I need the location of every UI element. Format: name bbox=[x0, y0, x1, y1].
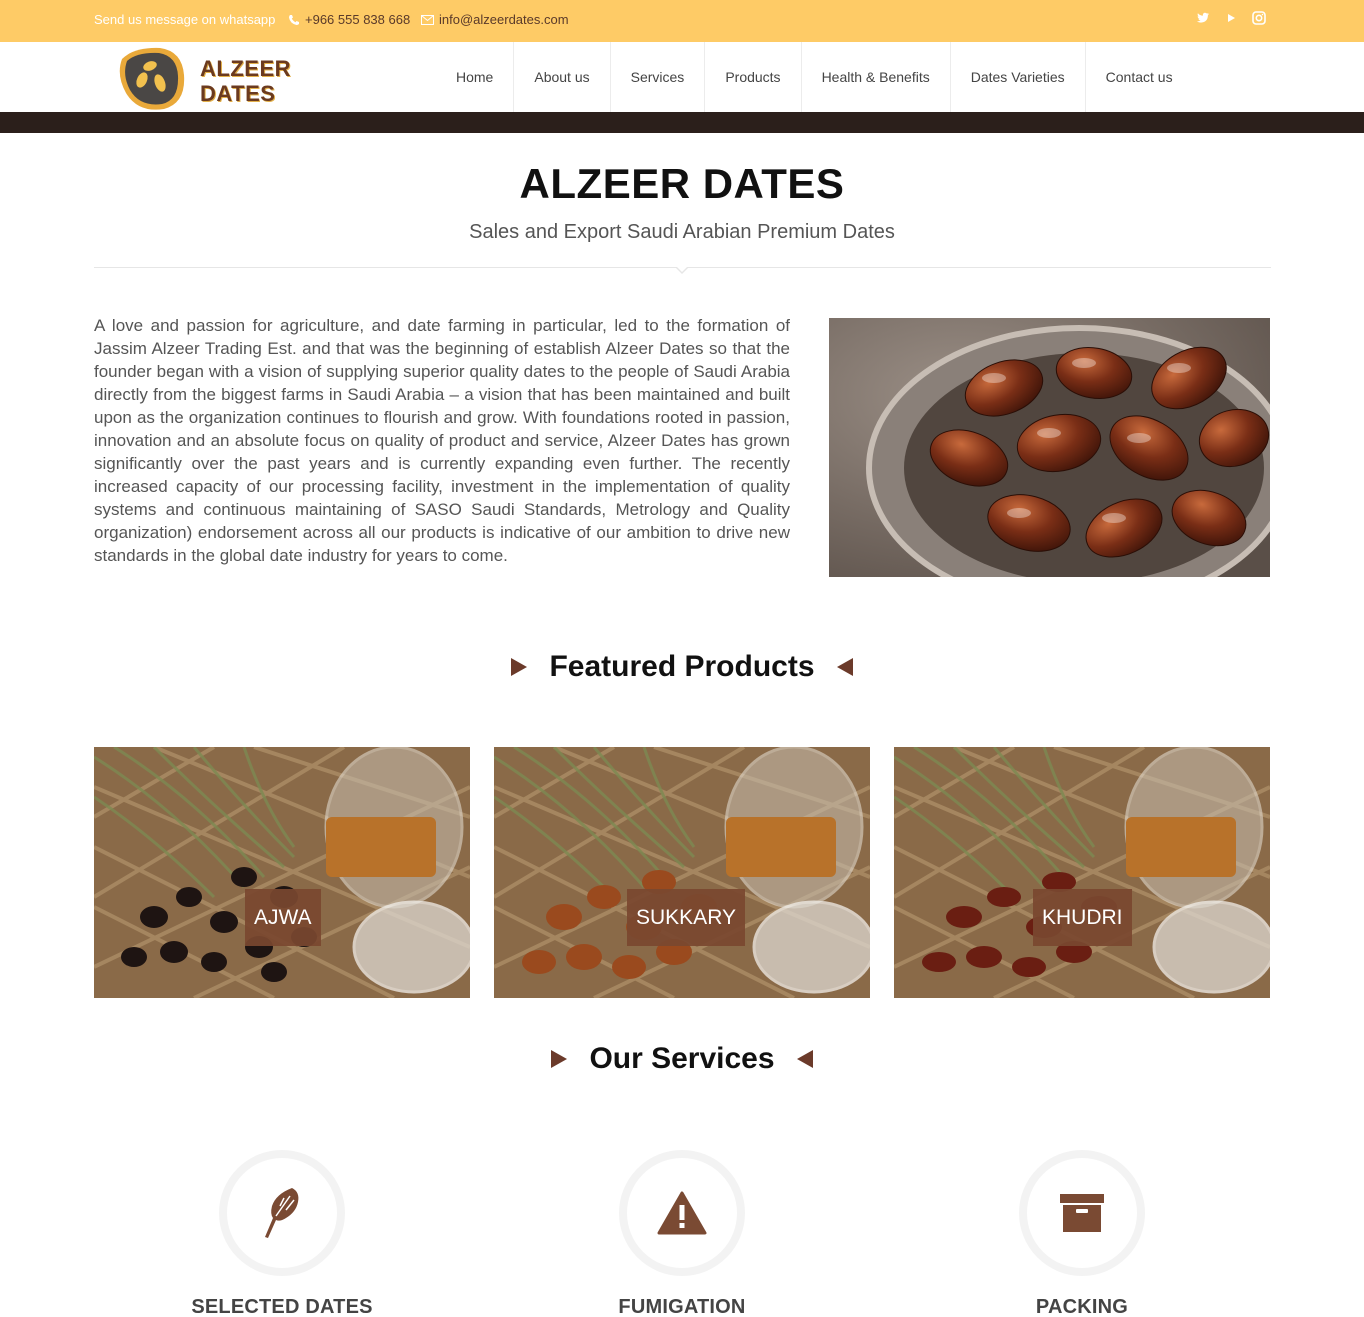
product-label-khudri: KHUDRI bbox=[1033, 889, 1132, 946]
logo-mark-icon bbox=[119, 47, 185, 110]
phone-link[interactable]: +966 555 838 668 bbox=[288, 12, 410, 27]
nav-contact-us[interactable]: Contact us bbox=[1086, 42, 1193, 112]
nav-products[interactable]: Products bbox=[705, 42, 802, 112]
triangle-left-icon bbox=[796, 1050, 813, 1068]
product-label-ajwa: AJWA bbox=[245, 889, 321, 946]
service-label: SELECTED DATES bbox=[191, 1296, 373, 1317]
service-packing[interactable]: PACKING bbox=[894, 1150, 1270, 1317]
header-dark-strip bbox=[0, 112, 1364, 133]
dates-bowl-image bbox=[829, 318, 1270, 577]
logo-line-1: ALZEER bbox=[200, 56, 291, 81]
twitter-icon[interactable] bbox=[1196, 11, 1210, 25]
khudri-product-image bbox=[894, 747, 1270, 998]
our-services-heading: Our Services bbox=[0, 1042, 1364, 1076]
sukkary-product-image bbox=[494, 747, 870, 998]
social-links bbox=[1196, 11, 1266, 25]
nav-services[interactable]: Services bbox=[611, 42, 706, 112]
phone-number: +966 555 838 668 bbox=[305, 12, 411, 27]
divider-notch bbox=[675, 266, 689, 274]
product-card-sukkary[interactable]: SUKKARY bbox=[494, 747, 870, 998]
nav-health-benefits[interactable]: Health & Benefits bbox=[802, 42, 951, 112]
instagram-icon[interactable] bbox=[1252, 11, 1266, 25]
warning-icon bbox=[657, 1191, 707, 1235]
top-bar: Send us message on whatsapp +966 555 838… bbox=[0, 0, 1364, 42]
email-link[interactable]: info@alzeerdates.com bbox=[421, 12, 569, 27]
nav-dates-varieties[interactable]: Dates Varieties bbox=[951, 42, 1086, 112]
service-icon-circle bbox=[619, 1150, 745, 1276]
envelope-icon bbox=[421, 14, 434, 25]
triangle-right-icon bbox=[511, 658, 528, 676]
nav-about-us[interactable]: About us bbox=[514, 42, 611, 112]
service-label: FUMIGATION bbox=[618, 1296, 746, 1317]
site-header: ALZEER DATES Home About us Services Prod… bbox=[0, 42, 1364, 116]
intro-paragraph: A love and passion for agriculture, and … bbox=[94, 316, 790, 565]
product-card-ajwa[interactable]: AJWA bbox=[94, 747, 470, 998]
archive-box-icon bbox=[1060, 1194, 1104, 1232]
service-icon-circle bbox=[219, 1150, 345, 1276]
phone-icon bbox=[289, 14, 299, 25]
product-card-khudri[interactable]: KHUDRI bbox=[894, 747, 1270, 998]
product-label-sukkary: SUKKARY bbox=[627, 889, 745, 946]
page-subtitle: Sales and Export Saudi Arabian Premium D… bbox=[469, 221, 895, 243]
logo-text: ALZEER DATES bbox=[200, 56, 291, 106]
main-nav: Home About us Services Products Health &… bbox=[436, 42, 1193, 116]
logo-line-2: DATES bbox=[200, 81, 276, 106]
feather-icon bbox=[265, 1188, 299, 1238]
ajwa-product-image bbox=[94, 747, 470, 998]
service-fumigation[interactable]: FUMIGATION bbox=[494, 1150, 870, 1317]
whatsapp-link[interactable]: Send us message on whatsapp bbox=[94, 12, 275, 27]
featured-products-heading: Featured Products bbox=[0, 650, 1364, 684]
nav-home[interactable]: Home bbox=[436, 42, 515, 116]
site-logo[interactable]: ALZEER DATES bbox=[116, 45, 296, 111]
our-services-title: Our Services bbox=[589, 1042, 775, 1075]
service-label: PACKING bbox=[1035, 1296, 1129, 1317]
triangle-right-icon bbox=[551, 1050, 568, 1068]
youtube-icon[interactable] bbox=[1224, 11, 1238, 25]
service-icon-circle bbox=[1019, 1150, 1145, 1276]
featured-products-title: Featured Products bbox=[549, 650, 815, 683]
service-selected-dates[interactable]: SELECTED DATES bbox=[94, 1150, 470, 1317]
page-title: ALZEER DATES bbox=[519, 160, 845, 207]
triangle-left-icon bbox=[836, 658, 853, 676]
email-address: info@alzeerdates.com bbox=[439, 12, 569, 27]
